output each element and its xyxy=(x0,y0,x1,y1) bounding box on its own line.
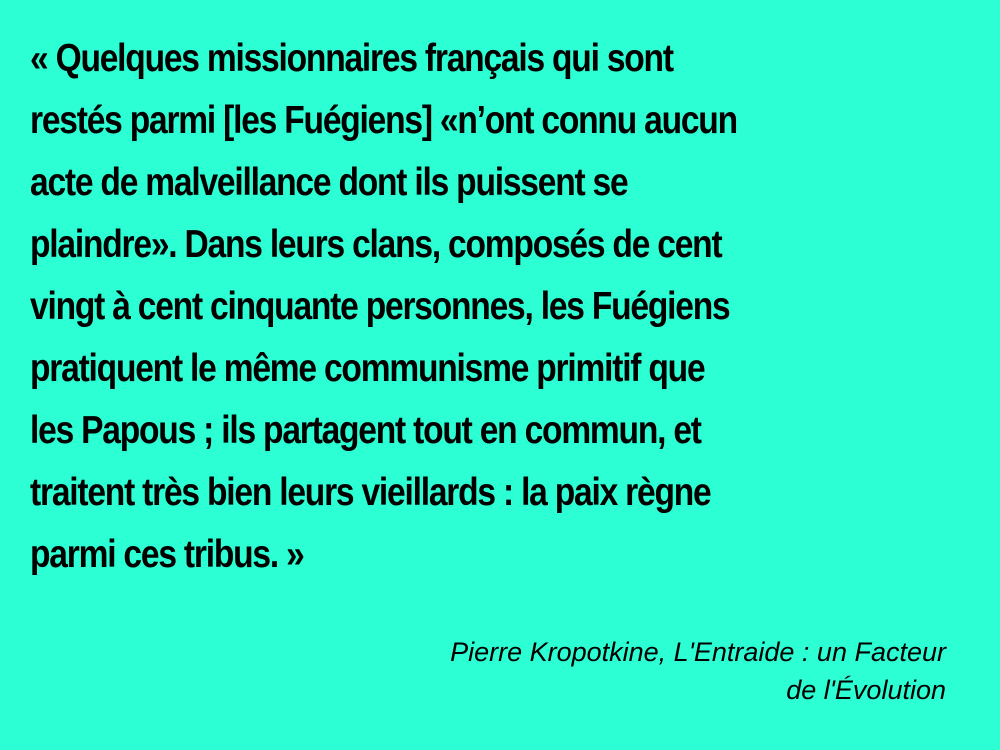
quote-line-8: traitent très bien leurs vieillards : la… xyxy=(30,471,712,514)
quote-line-3: acte de malveillance dont ils puissent s… xyxy=(30,161,629,204)
quote-attribution: Pierre Kropotkine, L'Entraide : un Facte… xyxy=(260,633,946,709)
quote-line-2: restés parmi [les Fuégiens] «n’ont connu… xyxy=(30,99,738,142)
quote-line-6: pratiquent le même communisme primitif q… xyxy=(30,347,706,390)
attribution-line-1: Pierre Kropotkine, L'Entraide : un Facte… xyxy=(450,637,946,667)
attribution-line-2: de l'Évolution xyxy=(786,675,946,705)
quote-line-1: « Quelques missionnaires français qui so… xyxy=(30,37,674,80)
quote-line-7: les Papous ; ils partagent tout en commu… xyxy=(30,409,702,452)
quote-line-9: parmi ces tribus. » xyxy=(30,533,305,576)
quote-slide: « Quelques missionnaires français qui so… xyxy=(0,0,1000,750)
quote-text: « Quelques missionnaires français qui so… xyxy=(30,28,847,586)
quote-line-5: vingt à cent cinquante personnes, les Fu… xyxy=(30,285,731,328)
quote-line-4: plaindre». Dans leurs clans, composés de… xyxy=(30,223,723,266)
